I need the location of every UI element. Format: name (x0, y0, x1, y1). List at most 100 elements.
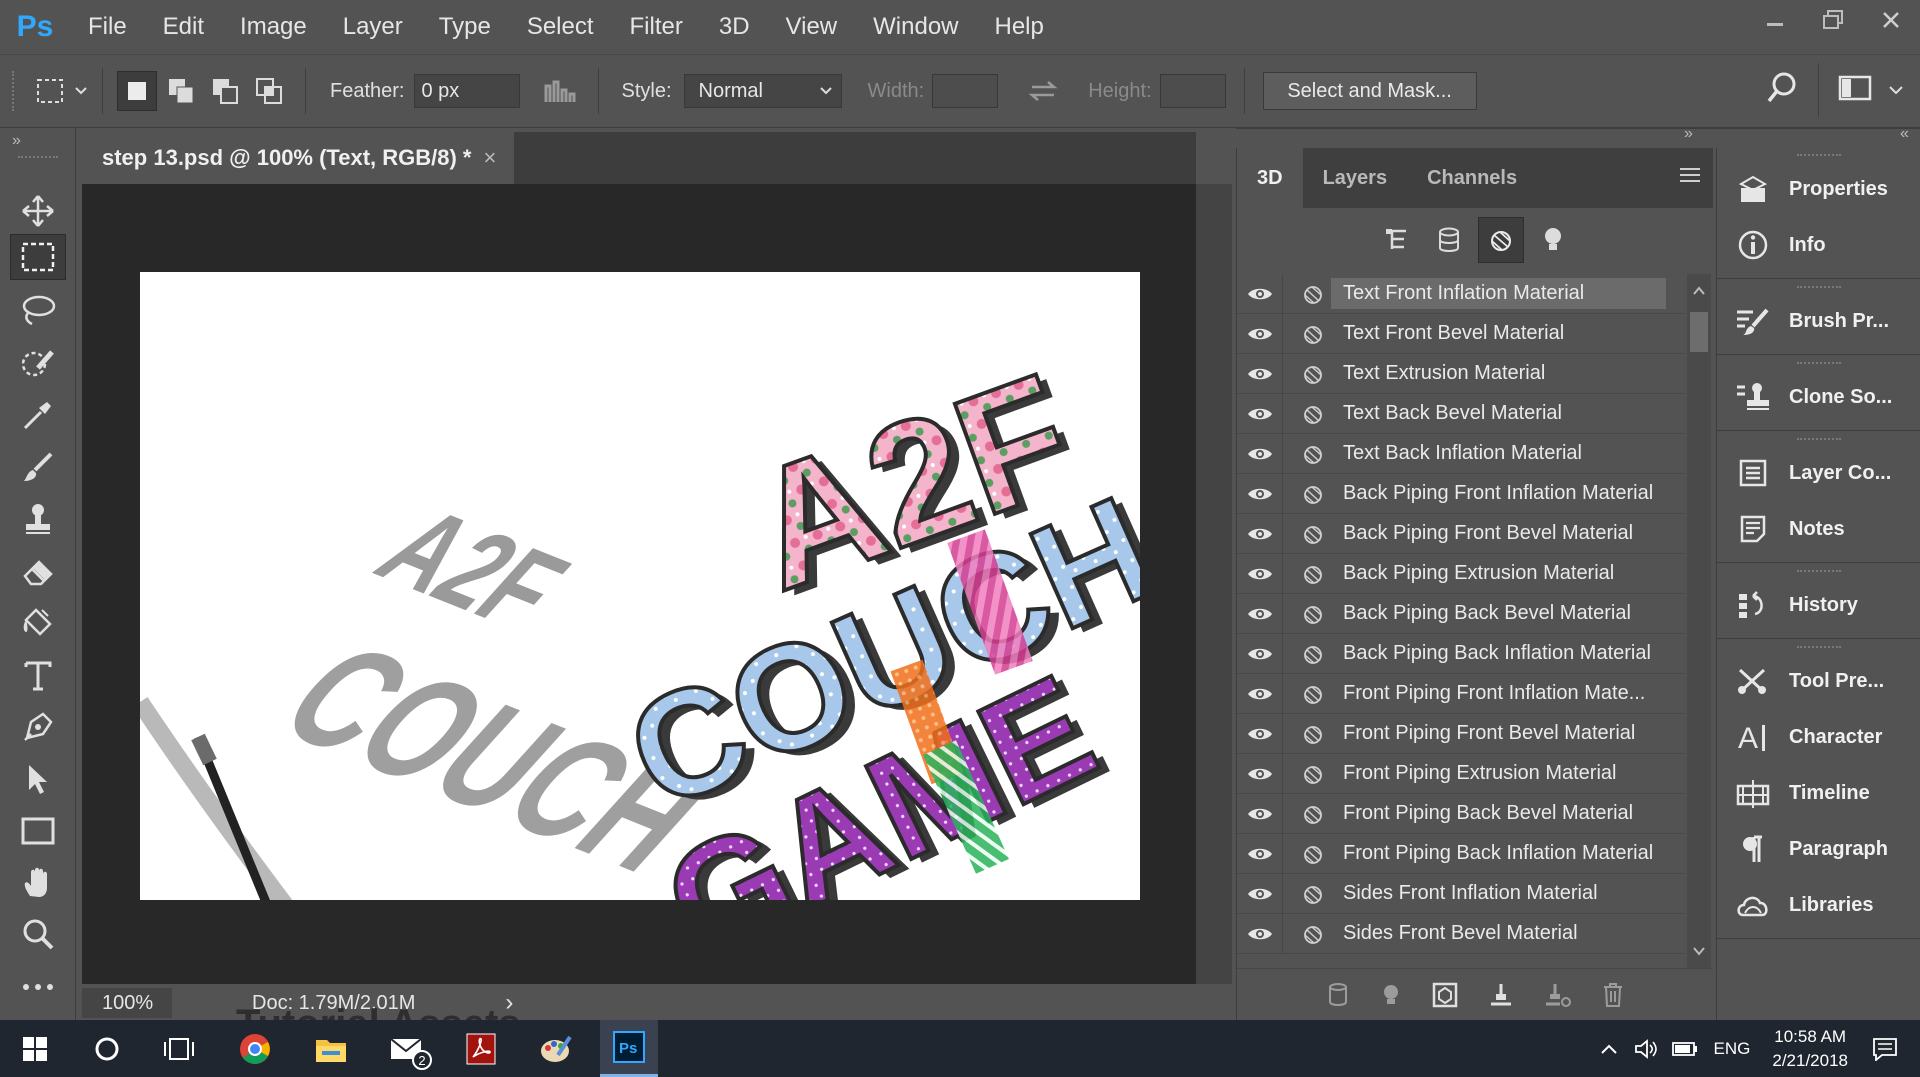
rectangle-tool[interactable] (10, 808, 66, 854)
eye-icon[interactable] (1237, 593, 1283, 634)
tab-channels[interactable]: Channels (1407, 148, 1537, 208)
menu-select[interactable]: Select (509, 13, 612, 41)
material-row[interactable]: Front Piping Back Inflation Material (1237, 833, 1685, 874)
dock-item-info[interactable]: Info (1717, 220, 1920, 270)
tab-3d[interactable]: 3D (1237, 148, 1303, 208)
eye-icon[interactable] (1237, 833, 1283, 874)
lasso-tool[interactable] (10, 288, 66, 334)
width-input[interactable] (932, 74, 999, 108)
menu-type[interactable]: Type (421, 13, 509, 41)
pen-tool[interactable] (10, 704, 66, 750)
material-row[interactable]: Back Piping Back Bevel Material (1237, 593, 1685, 634)
chrome-icon[interactable] (226, 1020, 284, 1077)
dock-group-grip[interactable] (1797, 570, 1841, 576)
material-row[interactable]: Text Front Inflation Material (1237, 274, 1685, 314)
battery-icon[interactable] (1671, 1041, 1698, 1057)
menu-edit[interactable]: Edit (145, 13, 222, 41)
menu-window[interactable]: Window (855, 13, 976, 41)
clone-stamp-tool[interactable] (10, 496, 66, 542)
material-row[interactable]: Text Front Bevel Material (1237, 313, 1685, 354)
menu-filter[interactable]: Filter (612, 13, 701, 41)
eye-icon[interactable] (1237, 274, 1283, 314)
quick-selection-tool[interactable] (10, 340, 66, 386)
volume-icon[interactable] (1634, 1038, 1658, 1060)
dock-group-grip[interactable] (1797, 646, 1841, 652)
document-scrollbar[interactable] (1196, 184, 1232, 984)
dock-item-character[interactable]: A Character (1717, 712, 1920, 762)
close-tab-icon[interactable]: × (484, 145, 497, 171)
eye-icon[interactable] (1237, 513, 1283, 554)
paint-bucket-tool[interactable] (10, 600, 66, 646)
hand-tool[interactable] (10, 860, 66, 906)
swap-icon[interactable] (1028, 79, 1058, 103)
render-icon[interactable] (1432, 982, 1458, 1008)
dock-group-grip[interactable] (1797, 286, 1841, 292)
mail-icon[interactable]: 2 (378, 1020, 436, 1077)
eye-icon[interactable] (1237, 353, 1283, 394)
menu-view[interactable]: View (768, 13, 856, 41)
acrobat-icon[interactable] (452, 1020, 510, 1077)
dock-item-clone-source[interactable]: Clone So... (1717, 372, 1920, 422)
new-material-icon[interactable] (1544, 982, 1572, 1008)
dock-item-history[interactable]: History (1717, 580, 1920, 630)
dock-item-brush-presets[interactable]: Brush Pr... (1717, 296, 1920, 346)
style-select[interactable]: Normal (683, 74, 842, 108)
material-row[interactable]: Sides Front Bevel Material (1237, 913, 1685, 954)
close-icon[interactable] (1862, 0, 1920, 40)
chevron-down-icon[interactable] (1888, 85, 1904, 97)
marquee-preset-icon[interactable] (32, 71, 72, 111)
restore-icon[interactable] (1804, 0, 1862, 40)
material-row[interactable]: Back Piping Front Bevel Material (1237, 513, 1685, 554)
eye-icon[interactable] (1237, 473, 1283, 514)
notifications-icon[interactable] (1872, 1037, 1898, 1061)
add-selection-button[interactable] (161, 71, 201, 111)
add-mesh-icon[interactable] (1326, 982, 1350, 1008)
brush-tool[interactable] (10, 444, 66, 490)
dock-item-tool-presets[interactable]: Tool Pre... (1717, 656, 1920, 706)
more-tools-icon[interactable] (10, 964, 66, 1010)
workspace-icon[interactable] (1838, 75, 1872, 103)
height-input[interactable] (1159, 74, 1226, 108)
menu-layer[interactable]: Layer (325, 13, 421, 41)
menu-help[interactable]: Help (977, 13, 1062, 41)
eye-icon[interactable] (1237, 433, 1283, 474)
dock-group-grip[interactable] (1797, 438, 1841, 444)
materials-scrollbar[interactable] (1687, 274, 1711, 968)
eye-icon[interactable] (1237, 713, 1283, 754)
eye-icon[interactable] (1237, 753, 1283, 794)
material-row[interactable]: Front Piping Front Bevel Material (1237, 713, 1685, 754)
cortana-icon[interactable] (78, 1020, 136, 1077)
type-tool[interactable] (10, 652, 66, 698)
select-and-mask-button[interactable]: Select and Mask... (1262, 72, 1477, 110)
paint-icon[interactable] (526, 1020, 584, 1077)
material-row[interactable]: Back Piping Front Inflation Material (1237, 473, 1685, 514)
file-explorer-icon[interactable] (302, 1020, 360, 1077)
dock-item-libraries[interactable]: Libraries (1717, 880, 1920, 930)
material-row[interactable]: Text Extrusion Material (1237, 353, 1685, 394)
dock-item-properties[interactable]: Properties (1717, 164, 1920, 214)
scene-filter-icon[interactable] (1374, 217, 1420, 263)
zoom-tool[interactable] (10, 912, 66, 958)
zoom-level-field[interactable]: 100% (82, 988, 172, 1018)
menu-file[interactable]: File (70, 13, 145, 41)
eye-icon[interactable] (1237, 313, 1283, 354)
anti-alias-icon[interactable] (544, 78, 580, 104)
clock[interactable]: 10:58 AM 2/21/2018 (1772, 1025, 1848, 1073)
material-row[interactable]: Front Piping Front Inflation Mate... (1237, 673, 1685, 714)
windows-start-icon[interactable] (6, 1020, 64, 1077)
scroll-thumb[interactable] (1690, 312, 1708, 352)
dock-item-timeline[interactable]: Timeline (1717, 768, 1920, 818)
material-row[interactable]: Text Back Inflation Material (1237, 433, 1685, 474)
dock-group-grip[interactable] (1797, 154, 1841, 160)
path-selection-tool[interactable] (10, 756, 66, 802)
search-icon[interactable] (1766, 71, 1798, 105)
photoshop-logo[interactable]: Ps (0, 0, 70, 54)
menu-3d[interactable]: 3D (701, 13, 768, 41)
add-light-icon[interactable] (1380, 982, 1402, 1008)
rectangular-marquee-tool[interactable] (10, 234, 66, 280)
document-canvas[interactable]: A2F COUCH A2F A2F COUCH COUCH GAME GAME (140, 272, 1140, 900)
lights-filter-icon[interactable] (1530, 217, 1576, 263)
eye-icon[interactable] (1237, 873, 1283, 914)
new-selection-button[interactable] (117, 71, 157, 111)
drop-to-ground-icon[interactable] (1488, 982, 1514, 1008)
